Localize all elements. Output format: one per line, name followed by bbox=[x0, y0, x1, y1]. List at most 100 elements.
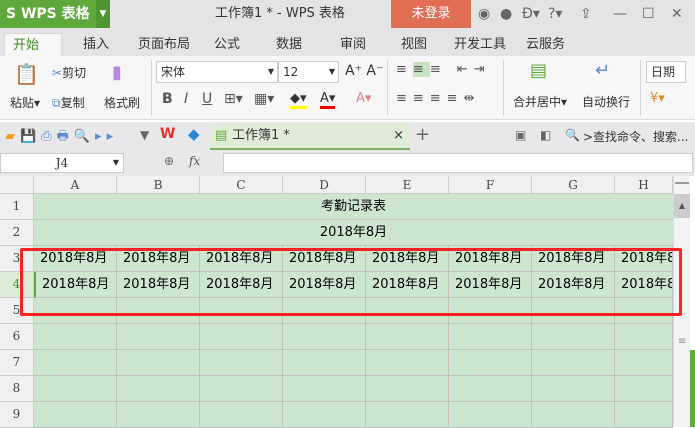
paste-icon[interactable]: 📋 bbox=[14, 62, 39, 86]
name-box[interactable]: J4 ▼ bbox=[0, 153, 124, 173]
tab-view[interactable]: 视图 bbox=[393, 33, 435, 56]
tab-page-layout[interactable]: 页面布局 bbox=[130, 33, 198, 56]
cell-c7[interactable] bbox=[200, 350, 283, 376]
cell-f9[interactable] bbox=[449, 402, 532, 428]
row-header-7[interactable]: 7 bbox=[0, 350, 34, 376]
maximize-icon[interactable]: ☐ bbox=[642, 6, 655, 22]
tab-home[interactable]: 开始 bbox=[4, 33, 62, 56]
new-tab-icon[interactable]: + bbox=[415, 124, 430, 145]
cell-f8[interactable] bbox=[449, 376, 532, 402]
bold-icon[interactable]: B bbox=[162, 91, 173, 107]
format-painter-button[interactable]: 格式刷 bbox=[104, 94, 140, 111]
merge-center-button[interactable]: 合并居中▾ bbox=[513, 93, 567, 110]
row-header-2[interactable]: 2 bbox=[0, 220, 34, 246]
wrap-text-button[interactable]: 自动换行 bbox=[582, 93, 630, 110]
font-size-select[interactable]: 12 ▼ bbox=[278, 61, 339, 83]
app-menu-dropdown[interactable]: ▼ bbox=[96, 0, 110, 28]
paste-button[interactable]: 粘贴▾ bbox=[10, 94, 40, 111]
wps-home-icon[interactable]: W bbox=[160, 126, 175, 142]
row-header-9[interactable]: 9 bbox=[0, 402, 34, 428]
tab-insert[interactable]: 插入 bbox=[75, 33, 117, 56]
sheet-subtitle-cell[interactable]: 2018年8月 bbox=[34, 220, 673, 246]
cell-g6[interactable] bbox=[532, 324, 615, 350]
cell-g9[interactable] bbox=[532, 402, 615, 428]
cell-e6[interactable] bbox=[366, 324, 449, 350]
font-color-icon[interactable]: A▾ bbox=[320, 91, 336, 109]
tab-developer[interactable]: 开发工具 bbox=[446, 33, 514, 56]
cube-icon[interactable]: ◆ bbox=[188, 125, 200, 143]
help-icon[interactable]: ?▾ bbox=[548, 6, 562, 22]
cell-h7[interactable] bbox=[615, 350, 673, 376]
column-header-g[interactable]: G bbox=[532, 176, 615, 194]
cell-g7[interactable] bbox=[532, 350, 615, 376]
tab-formulas[interactable]: 公式 bbox=[206, 33, 248, 56]
increase-font-icon[interactable]: A⁺ A⁻ bbox=[345, 63, 383, 79]
quick-access-icons[interactable]: ▰💾⎙🖶🔍▸▸ bbox=[5, 127, 118, 149]
borders-icon[interactable]: ⊞▾ bbox=[224, 91, 243, 107]
document-tab[interactable]: ▤ 工作簿1 * × bbox=[210, 124, 410, 150]
cell-h8[interactable] bbox=[615, 376, 673, 402]
cell-d9[interactable] bbox=[283, 402, 366, 428]
sheet-title-cell[interactable]: 考勤记录表 bbox=[34, 194, 673, 220]
feedback-icon[interactable]: ● bbox=[500, 6, 512, 22]
command-search-input[interactable]: >查找命令、搜索... bbox=[583, 128, 689, 145]
cell-f6[interactable] bbox=[449, 324, 532, 350]
minimize-icon[interactable]: — bbox=[613, 6, 627, 22]
cell-b7[interactable] bbox=[117, 350, 200, 376]
vertical-align-icons[interactable]: ≡≡≡ ⇤⇥ bbox=[396, 62, 491, 77]
cell-a9[interactable] bbox=[34, 402, 117, 428]
tab-cloud[interactable]: 云服务 bbox=[518, 33, 573, 56]
upload-icon[interactable]: ⇪ bbox=[580, 6, 592, 22]
cell-d6[interactable] bbox=[283, 324, 366, 350]
copy-button[interactable]: ⧉复制 bbox=[52, 94, 85, 111]
column-header-e[interactable]: E bbox=[366, 176, 449, 194]
cell-b8[interactable] bbox=[117, 376, 200, 402]
cell-c6[interactable] bbox=[200, 324, 283, 350]
column-header-d[interactable]: D bbox=[283, 176, 366, 194]
select-all-corner[interactable] bbox=[0, 176, 34, 194]
cell-g8[interactable] bbox=[532, 376, 615, 402]
currency-format-icon[interactable]: ¥▾ bbox=[650, 91, 665, 106]
cell-a8[interactable] bbox=[34, 376, 117, 402]
fx-icon[interactable]: fx bbox=[189, 154, 200, 168]
cell-c8[interactable] bbox=[200, 376, 283, 402]
cell-d7[interactable] bbox=[283, 350, 366, 376]
cell-c9[interactable] bbox=[200, 402, 283, 428]
underline-icon[interactable]: U bbox=[202, 91, 212, 107]
cell-style-icon[interactable]: ▦▾ bbox=[254, 91, 274, 107]
tab-data[interactable]: 数据 bbox=[268, 33, 310, 56]
cell-h6[interactable] bbox=[615, 324, 673, 350]
close-tab-icon[interactable]: × bbox=[393, 124, 404, 148]
column-header-f[interactable]: F bbox=[449, 176, 532, 194]
pen-icon[interactable]: Ð▾ bbox=[522, 6, 540, 22]
column-header-c[interactable]: C bbox=[200, 176, 283, 194]
cell-b9[interactable] bbox=[117, 402, 200, 428]
login-button[interactable]: 未登录 bbox=[391, 0, 471, 28]
cell-e8[interactable] bbox=[366, 376, 449, 402]
tab-review[interactable]: 审阅 bbox=[332, 33, 374, 56]
scroll-up-icon[interactable]: ▲ bbox=[674, 194, 690, 218]
row-header-1[interactable]: 1 bbox=[0, 194, 34, 220]
skin-icon[interactable]: ◉ bbox=[478, 6, 490, 22]
cell-f7[interactable] bbox=[449, 350, 532, 376]
clear-format-icon[interactable]: A▾ bbox=[356, 91, 371, 106]
app-menu-button[interactable]: S WPS 表格 bbox=[0, 0, 96, 28]
row-header-6[interactable]: 6 bbox=[0, 324, 34, 350]
cell-e9[interactable] bbox=[366, 402, 449, 428]
formula-input[interactable] bbox=[223, 153, 693, 173]
cell-b6[interactable] bbox=[117, 324, 200, 350]
column-header-b[interactable]: B bbox=[117, 176, 200, 194]
italic-icon[interactable]: I bbox=[184, 91, 188, 107]
scroll-thumb[interactable]: ≡ bbox=[678, 336, 686, 347]
row-header-8[interactable]: 8 bbox=[0, 376, 34, 402]
cell-e7[interactable] bbox=[366, 350, 449, 376]
column-header-a[interactable]: A bbox=[34, 176, 117, 194]
font-name-select[interactable]: 宋体 ▼ bbox=[156, 61, 278, 83]
zoom-formula-icon[interactable]: ⊕ bbox=[164, 154, 174, 168]
horizontal-align-icons[interactable]: ≡≡≡≡⇹ bbox=[396, 91, 480, 106]
cell-d8[interactable] bbox=[283, 376, 366, 402]
present-icon[interactable]: ▣ bbox=[515, 128, 526, 142]
column-header-h[interactable]: H bbox=[615, 176, 673, 194]
bookmark-icon[interactable]: ◧ bbox=[540, 128, 551, 142]
cell-h9[interactable] bbox=[615, 402, 673, 428]
